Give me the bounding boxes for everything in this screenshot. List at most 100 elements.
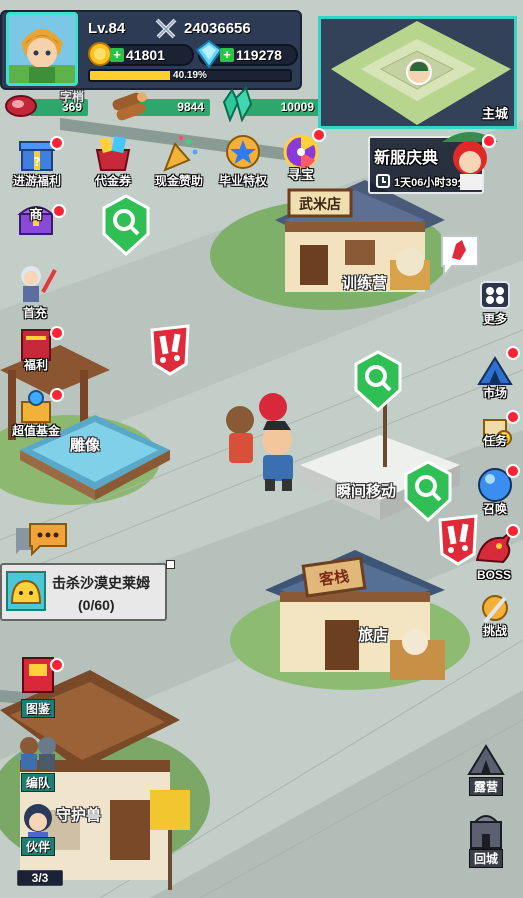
partner-count: 3/3 bbox=[17, 870, 63, 886]
combat-power: 24036656 bbox=[184, 20, 251, 37]
yellow-slime-icon bbox=[6, 571, 46, 611]
menu-label: 编队 bbox=[20, 773, 56, 792]
menu-label: 进游福利 bbox=[12, 174, 61, 188]
green-crystal-icon bbox=[220, 86, 254, 123]
crystal-resource: 10009 bbox=[244, 99, 320, 116]
menu-label: 现金赞助 bbox=[154, 174, 203, 188]
svg-text:?: ? bbox=[34, 155, 41, 169]
training-camp-label[interactable]: 训练营 bbox=[342, 272, 387, 293]
alert-marker[interactable] bbox=[148, 324, 192, 376]
menu-partner-button[interactable]: 伙伴 bbox=[10, 800, 66, 870]
notification-badge bbox=[312, 128, 326, 142]
notification-badge bbox=[506, 346, 520, 360]
explore-marker[interactable] bbox=[100, 194, 152, 257]
menu-value-fund-button[interactable]: 超值基金 bbox=[4, 388, 68, 440]
exclamation-alert-icon bbox=[438, 514, 478, 566]
menu-first-recharge-button[interactable]: 首充 bbox=[4, 262, 66, 320]
menu-label: 挑战 bbox=[482, 624, 507, 638]
menu-graduation-privilege-button[interactable]: 毕业特权 bbox=[212, 134, 274, 190]
minimap-label: 主城 bbox=[481, 106, 508, 121]
partial-building-label: 字梢 bbox=[60, 90, 85, 104]
camp-icon bbox=[467, 744, 505, 775]
crystal-speech-bubble[interactable] bbox=[436, 232, 482, 279]
menu-label: 毕业特权 bbox=[218, 174, 267, 188]
red-crystal-bubble-icon bbox=[441, 235, 479, 279]
event-badge bbox=[482, 134, 496, 148]
statue-label[interactable]: 雕像 bbox=[70, 434, 100, 455]
magnifier-marker-icon bbox=[404, 460, 452, 523]
clock-icon bbox=[376, 174, 390, 188]
gold-value: 41801 bbox=[126, 47, 165, 63]
menu-shop-button[interactable]: 商 bbox=[10, 196, 66, 248]
coupon-basket-icon bbox=[95, 135, 131, 171]
teleport-label[interactable]: 瞬间移动 bbox=[336, 480, 396, 501]
player-level: Lv.84 bbox=[88, 20, 126, 37]
menu-label: 露营 bbox=[468, 777, 504, 796]
hero-party[interactable] bbox=[205, 385, 325, 495]
explore-marker[interactable] bbox=[402, 460, 454, 523]
menu-label: 回城 bbox=[468, 849, 504, 868]
menu-coupon-button[interactable]: 代金券 bbox=[82, 134, 144, 190]
notification-badge bbox=[50, 658, 64, 672]
menu-label: 代金券 bbox=[94, 174, 131, 188]
menu-welfare-button[interactable]: 福利 bbox=[6, 326, 66, 376]
notification-badge bbox=[506, 524, 520, 538]
chat-button[interactable] bbox=[14, 520, 68, 557]
menu-label: 图鉴 bbox=[20, 699, 56, 718]
exclamation-alert-icon bbox=[150, 324, 190, 376]
magnifier-marker-icon bbox=[102, 194, 150, 257]
menu-treasure-hunt-button[interactable]: 寻宝 bbox=[276, 128, 326, 190]
diamond-gem-icon bbox=[195, 39, 223, 69]
wood-value: 9844 bbox=[177, 100, 204, 114]
menu-camp-button[interactable]: 露营 bbox=[458, 742, 514, 796]
notification-badge bbox=[50, 388, 64, 402]
menu-market-button[interactable]: 市场 bbox=[470, 346, 520, 402]
crossed-swords-icon bbox=[154, 18, 178, 40]
inn-label[interactable]: 旅店 bbox=[358, 624, 388, 645]
menu-formation-button[interactable]: 编队 bbox=[10, 730, 66, 792]
market-tent-icon bbox=[477, 356, 513, 385]
menu-label: 伙伴 bbox=[20, 837, 56, 856]
notification-badge bbox=[506, 464, 520, 478]
menu-label: 市场 bbox=[482, 386, 507, 400]
experience-percent: 40.19% bbox=[173, 70, 207, 81]
menu-label: 超值基金 bbox=[11, 424, 60, 438]
quest-title: 击杀沙漠史莱姆 bbox=[52, 575, 150, 591]
menu-label: 首充 bbox=[22, 306, 47, 320]
menu-challenge-button[interactable]: 挑战 bbox=[470, 594, 520, 642]
formation-heroes-icon bbox=[20, 737, 56, 770]
return-city-icon bbox=[470, 815, 502, 849]
notification-badge bbox=[50, 326, 64, 340]
more-dice-icon bbox=[480, 281, 510, 309]
meat-icon bbox=[4, 92, 38, 120]
wood-logs-icon bbox=[108, 88, 150, 124]
menu-label: 更多 bbox=[482, 312, 507, 326]
menu-cash-sponsor-button[interactable]: 现金赞助 bbox=[148, 134, 210, 190]
hero-portrait-icon bbox=[9, 15, 75, 83]
menu-return-city-button[interactable]: 回城 bbox=[458, 810, 514, 868]
menu-summon-button[interactable]: 召唤 bbox=[470, 464, 520, 516]
minimap[interactable]: 主城 bbox=[318, 16, 517, 129]
menu-codex-button[interactable]: 图鉴 bbox=[10, 654, 66, 718]
player-location-icon bbox=[406, 59, 432, 85]
menu-more-button[interactable]: 更多 bbox=[472, 280, 518, 328]
player-avatar[interactable] bbox=[6, 12, 78, 86]
menu-tasks-button[interactable]: 任务 bbox=[470, 410, 520, 460]
quest-tracker[interactable]: 击杀沙漠史莱姆 (0/60) bbox=[0, 563, 167, 621]
notification-badge bbox=[506, 410, 520, 424]
event-title: 新服庆典 bbox=[374, 150, 439, 167]
inn-building[interactable]: 客栈 bbox=[255, 530, 455, 700]
menu-label: BOSS bbox=[476, 568, 511, 582]
shop-sign-text: 武米店 bbox=[299, 196, 341, 213]
explore-marker[interactable] bbox=[352, 350, 404, 413]
magnifier-marker-icon bbox=[354, 350, 402, 413]
crystal-value: 10009 bbox=[280, 100, 314, 114]
experience-bar: 40.19% bbox=[88, 69, 292, 82]
add-diamond-button[interactable]: + bbox=[220, 48, 234, 62]
alert-marker[interactable] bbox=[436, 514, 480, 566]
menu-label: 寻宝 bbox=[287, 167, 314, 182]
add-gold-button[interactable]: + bbox=[110, 48, 124, 62]
chat-bubble-icon bbox=[16, 523, 67, 557]
menu-entry-welfare-button[interactable]: ? 进游福利 bbox=[6, 134, 68, 190]
menu-label: 任务 bbox=[482, 434, 507, 448]
